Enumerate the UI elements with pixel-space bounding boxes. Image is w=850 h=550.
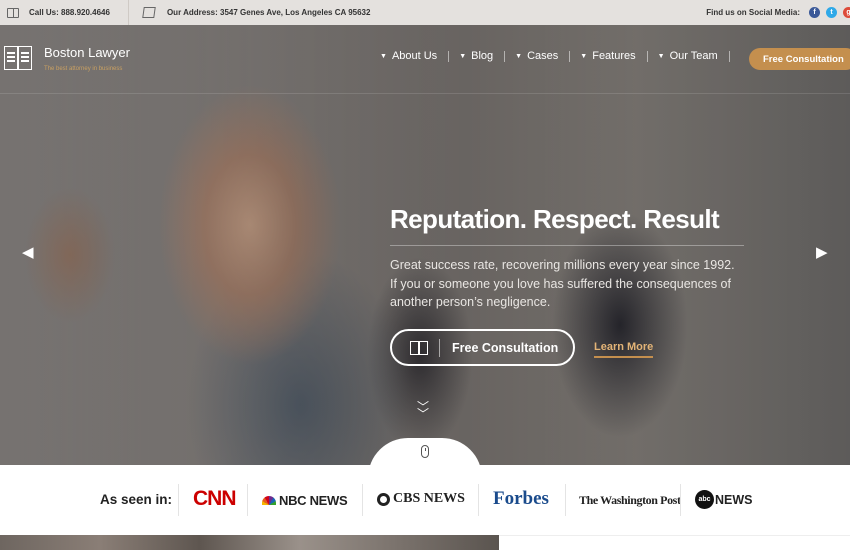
google-plus-icon[interactable]: g (843, 7, 850, 18)
free-consultation-button[interactable]: Free Consultation (390, 329, 575, 366)
map-icon (142, 7, 156, 18)
brand-name: Boston Lawyer (44, 45, 130, 60)
address-text: Our Address: 3547 Genes Ave, Los Angeles… (166, 8, 371, 17)
abc-ball-icon: abc (695, 490, 714, 509)
mouse-scroll-icon[interactable] (421, 445, 429, 458)
chevron-down-icon: ▼ (459, 52, 467, 60)
nav-blog[interactable]: ▼ Blog (459, 50, 493, 62)
site-logo[interactable]: Boston Lawyer The best attorney in busin… (4, 44, 130, 72)
chevron-down-icon: ▼ (380, 52, 387, 60)
nav-features[interactable]: ▼ Features (580, 50, 635, 62)
nav-about-us[interactable]: ▼ About Us (380, 50, 437, 62)
address-group: Our Address: 3547 Genes Ave, Los Angeles… (142, 7, 371, 18)
facebook-icon[interactable]: f (809, 7, 820, 18)
chevron-down-icon: ▼ (580, 52, 588, 60)
cbs-news-logo: CBS NEWS (377, 491, 465, 507)
main-nav: ▼ About Us ▼ Blog ▼ Cases ▼ Features ▼ O… (380, 50, 740, 62)
hero-headline: Reputation. Respect. Result (390, 204, 720, 234)
cnn-logo: CNN (193, 487, 236, 510)
forbes-logo: Forbes (493, 488, 549, 509)
chevron-down-icon: ▼ (657, 52, 665, 60)
scroll-down-chevron-icon[interactable]: ﹀ ﹀ (417, 401, 429, 420)
as-seen-in-section: As seen in: CNN NBC NEWS CBS NEWS Forbes… (0, 465, 850, 535)
learn-more-link[interactable]: Learn More (594, 341, 654, 358)
free-consultation-nav-button[interactable]: Free Consultation (749, 48, 850, 70)
chevron-down-icon: ▼ (515, 52, 523, 60)
logo-text: Boston Lawyer The best attorney in busin… (44, 44, 130, 72)
next-section-image (0, 535, 499, 550)
next-section-panel (499, 535, 850, 550)
headline-rule (390, 245, 744, 246)
call-text[interactable]: Call Us: 888.920.4646 (29, 8, 110, 17)
social-group: Find us on Social Media: f t g (706, 7, 850, 18)
open-book-icon (4, 44, 34, 72)
twitter-icon[interactable]: t (826, 7, 837, 18)
nbc-news-logo: NBC NEWS (262, 493, 348, 508)
book-icon (410, 340, 428, 355)
book-icon (7, 7, 19, 18)
hero-subtext: Great success rate, recovering millions … (390, 258, 735, 309)
washington-post-logo: The Washington Post (579, 493, 681, 507)
call-group: Call Us: 888.920.4646 (0, 7, 110, 18)
nav-cases[interactable]: ▼ Cases (515, 50, 558, 62)
social-label: Find us on Social Media: (706, 8, 800, 17)
slider-prev-arrow-icon[interactable]: ◀ (22, 243, 34, 261)
divider (127, 0, 129, 25)
top-info-bar: Call Us: 888.920.4646 Our Address: 3547 … (0, 0, 850, 25)
header-divider (0, 93, 850, 94)
cbs-eye-icon (377, 492, 390, 506)
slider-next-arrow-icon[interactable]: ▶ (816, 243, 828, 261)
brand-tagline: The best attorney in business (44, 66, 123, 72)
abc-news-logo: abc NEWS (695, 490, 753, 509)
nav-our-team[interactable]: ▼ Our Team (658, 50, 718, 62)
peacock-icon (262, 496, 276, 505)
as-seen-in-label: As seen in: (100, 492, 173, 507)
